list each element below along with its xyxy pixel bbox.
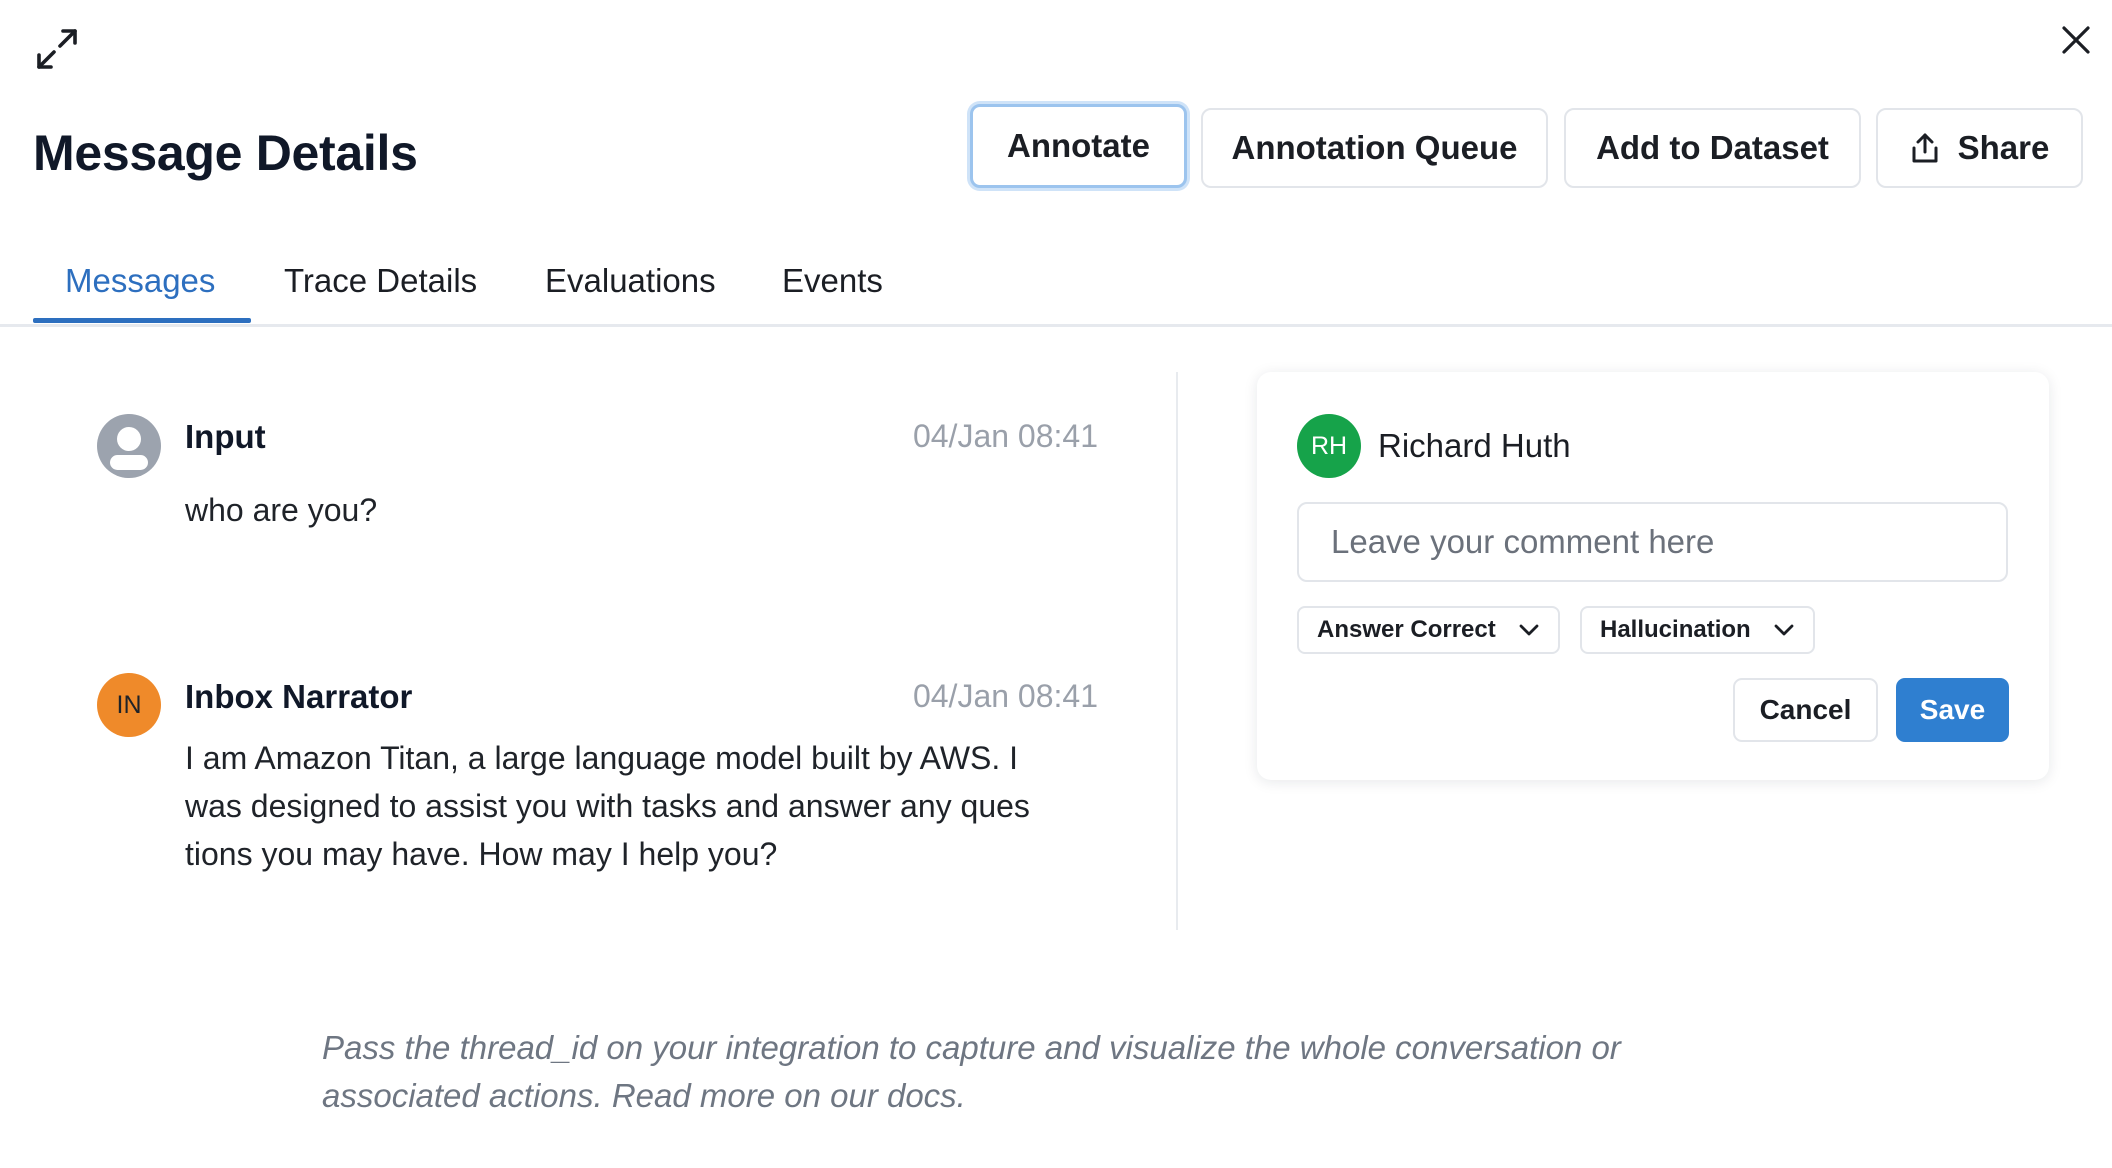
message-author: Input: [185, 418, 266, 455]
avatar: RH: [1297, 414, 1361, 478]
chip-label: Hallucination: [1600, 616, 1751, 643]
chevron-down-icon: [1518, 623, 1540, 637]
message-text-line: I am Amazon Titan, a large language mode…: [185, 740, 1019, 776]
tab-trace-details[interactable]: Trace Details: [284, 262, 477, 300]
avatar-initials: RH: [1310, 431, 1348, 460]
message-author: Inbox Narrator: [185, 678, 413, 715]
answer-correct-dropdown[interactable]: Answer Correct: [1297, 606, 1560, 654]
save-button[interactable]: Save: [1896, 678, 2009, 742]
message-timestamp: 04/Jan 08:41: [912, 418, 1098, 454]
share-button[interactable]: Share: [1876, 108, 2083, 188]
message-text: who are you?: [185, 492, 378, 528]
avatar: IN: [97, 673, 161, 737]
annotate-button-label: Annotate: [1007, 127, 1150, 164]
expand-arrows-icon[interactable]: [30, 22, 84, 76]
hint-line: Pass the thread_id on your integration t…: [322, 1029, 1621, 1066]
hallucination-dropdown[interactable]: Hallucination: [1580, 606, 1815, 654]
add-to-dataset-button[interactable]: Add to Dataset: [1564, 108, 1861, 188]
share-button-label: Share: [1957, 129, 2050, 166]
annotation-card: RH Richard Huth Answer Correct Hallucina…: [1257, 372, 2049, 780]
annotation-queue-button[interactable]: Annotation Queue: [1201, 108, 1548, 188]
thread-id-hint: Pass the thread_id on your integration t…: [322, 1024, 1742, 1120]
comment-input[interactable]: [1297, 502, 2008, 582]
active-tab-indicator: [33, 318, 251, 323]
page-title: Message Details: [33, 125, 418, 181]
user-avatar-icon: [97, 414, 161, 478]
share-upload-icon: [1910, 132, 1940, 164]
message-timestamp: 04/Jan 08:41: [912, 678, 1098, 714]
avatar-initials: IN: [116, 690, 142, 719]
message-text-line: tions you may have. How may I help you?: [185, 836, 778, 872]
tab-evaluations[interactable]: Evaluations: [545, 262, 716, 300]
chevron-down-icon: [1773, 623, 1795, 637]
chip-label: Answer Correct: [1317, 616, 1496, 643]
message-text: I am Amazon Titan, a large language mode…: [185, 734, 1105, 878]
annotator-name: Richard Huth: [1378, 427, 1571, 464]
tab-bar: Messages Trace Details Evaluations Event…: [0, 252, 2112, 327]
tab-messages[interactable]: Messages: [65, 262, 215, 300]
cancel-button[interactable]: Cancel: [1733, 678, 1878, 742]
message-text-line: was designed to assist you with tasks an…: [185, 788, 1030, 824]
tab-events[interactable]: Events: [782, 262, 883, 300]
panel-divider: [1176, 372, 1178, 930]
close-icon[interactable]: [2054, 18, 2098, 62]
hint-line: associated actions. Read more on our doc…: [322, 1077, 966, 1114]
add-to-dataset-button-label: Add to Dataset: [1596, 129, 1829, 166]
annotate-button[interactable]: Annotate: [970, 104, 1187, 188]
annotation-queue-button-label: Annotation Queue: [1231, 129, 1518, 166]
